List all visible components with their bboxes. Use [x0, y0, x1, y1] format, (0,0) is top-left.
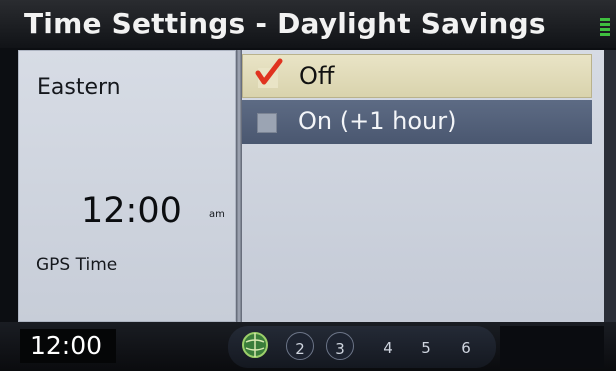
globe-icon[interactable]	[240, 330, 270, 360]
title-bar: Time Settings - Daylight Savings	[0, 0, 616, 48]
scroll-area	[604, 50, 616, 322]
status-bar: 12:00 2 3 4 5 6	[0, 322, 616, 371]
am-pm-indicator: am	[209, 209, 225, 220]
checkbox-unchecked	[257, 113, 277, 133]
status-clock: 12:00	[20, 329, 116, 363]
checkbox-checked	[255, 58, 283, 88]
preset-button-5[interactable]: 5	[412, 332, 440, 360]
option-on[interactable]: On (+1 hour)	[242, 100, 592, 144]
time-source-label: GPS Time	[36, 255, 118, 275]
preset-button-6[interactable]: 6	[452, 332, 480, 360]
option-off-label: Off	[299, 62, 335, 90]
option-off[interactable]: Off	[242, 54, 592, 98]
page-title: Time Settings - Daylight Savings	[24, 7, 546, 40]
option-on-label: On (+1 hour)	[298, 107, 457, 135]
options-list: Off On (+1 hour)	[242, 50, 604, 322]
screen: Time Settings - Daylight Savings Eastern…	[0, 0, 616, 371]
current-time: 12:00	[81, 191, 182, 231]
preset-button-4[interactable]: 4	[374, 332, 402, 360]
preset-button-3[interactable]: 3	[326, 332, 354, 360]
time-info-panel: Eastern 12:00 am GPS Time	[18, 50, 236, 322]
status-panel	[500, 326, 604, 368]
checkmark-icon	[255, 58, 283, 85]
preset-button-2[interactable]: 2	[286, 332, 314, 360]
signal-strength-icon	[598, 18, 612, 38]
time-zone-label: Eastern	[37, 75, 121, 100]
